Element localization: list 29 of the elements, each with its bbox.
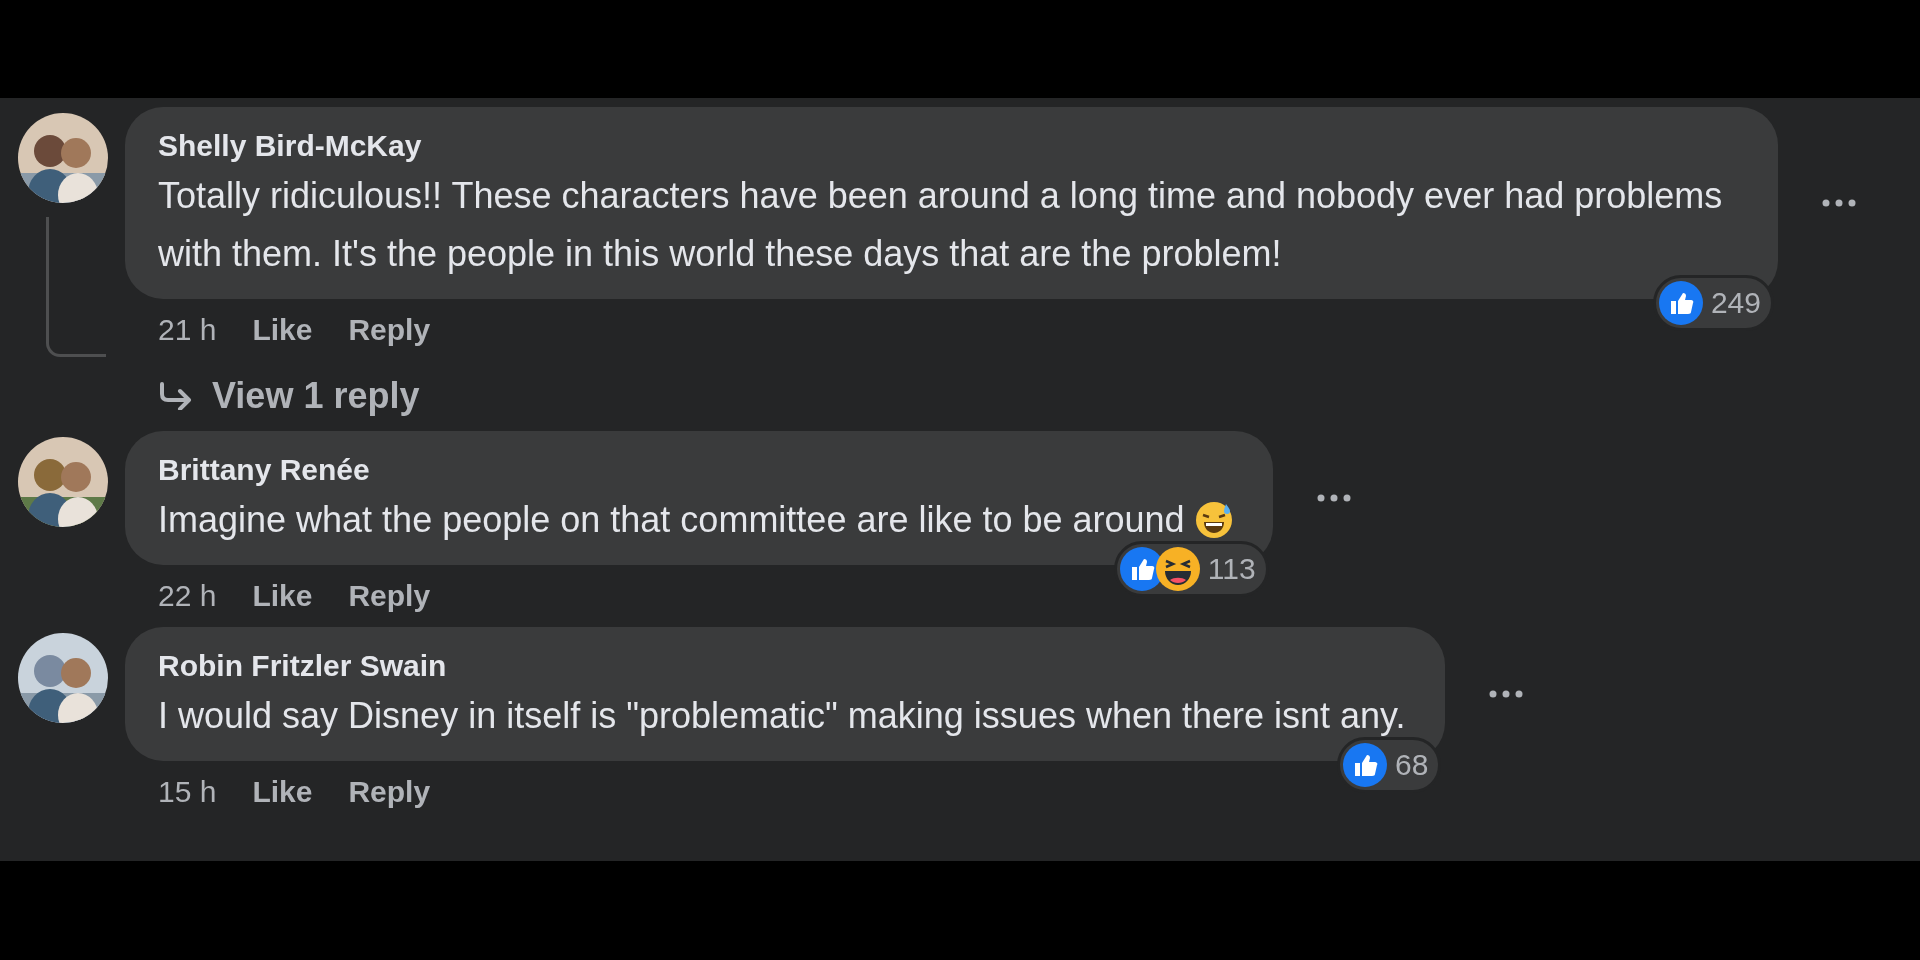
sweat-smile-emoji-icon xyxy=(1194,501,1233,539)
comment-text: I would say Disney in itself is "problematic" making issues when there isnt any. xyxy=(158,694,1406,738)
like-link[interactable]: Like xyxy=(252,579,313,613)
like-link[interactable]: Like xyxy=(252,313,313,347)
reply-arrow-icon xyxy=(158,382,194,410)
comment-text: Imagine what the people on that committee are like to be around xyxy=(158,498,1185,542)
reaction-count: 249 xyxy=(1710,286,1761,320)
comment-text: Totally ridiculous!! These characters have been around a long time and nobody ever had problems with them. It's the people in this world these days that are the problem! xyxy=(158,174,1724,276)
view-replies-link[interactable]: View 1 reply xyxy=(158,375,420,417)
more-options-icon xyxy=(1822,199,1856,207)
reaction-count: 113 xyxy=(1207,552,1256,586)
reply-link[interactable]: Reply xyxy=(348,579,431,613)
laughing-face-icon xyxy=(1155,547,1200,591)
reaction-count: 68 xyxy=(1395,748,1429,782)
comment-time: 15 h xyxy=(158,775,217,809)
author-name[interactable]: Brittany Renée xyxy=(158,449,1233,491)
like-reaction-icon xyxy=(1343,743,1388,787)
comment-time: 21 h xyxy=(158,313,217,347)
reply-link[interactable]: Reply xyxy=(348,313,431,347)
more-options-icon xyxy=(1316,494,1351,502)
author-name[interactable]: Robin Fritzler Swain xyxy=(158,645,1406,687)
comment-time: 22 h xyxy=(158,579,217,613)
more-options-icon xyxy=(1489,690,1524,698)
reply-link[interactable]: Reply xyxy=(348,775,431,809)
reactions-pill[interactable]: 113 xyxy=(1113,541,1269,597)
author-name[interactable]: Shelly Bird-McKay xyxy=(158,125,1738,167)
like-reaction-icon xyxy=(1658,281,1703,325)
like-link[interactable]: Like xyxy=(252,775,313,809)
reactions-pill[interactable]: 249 xyxy=(1652,275,1774,331)
